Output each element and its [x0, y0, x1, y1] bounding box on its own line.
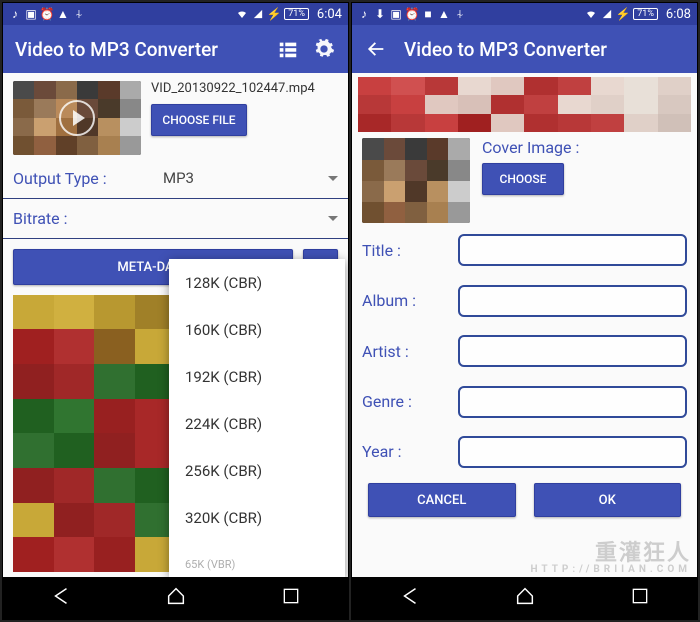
genre-label: Genre :: [362, 392, 458, 411]
title-row: Title :: [352, 225, 697, 275]
artist-label: Artist :: [362, 342, 458, 361]
ad-banner[interactable]: [358, 77, 691, 132]
content-area: Cover Image : CHOOSE Title : Album : Art…: [352, 73, 697, 577]
app-title: Video to MP3 Converter: [404, 38, 685, 61]
signal-icon: [252, 8, 264, 20]
cover-thumbnail[interactable]: [362, 138, 470, 223]
bitrate-option[interactable]: 128K (CBR): [169, 259, 345, 306]
recent-nav-icon[interactable]: [281, 586, 301, 610]
output-type-label: Output Type :: [13, 169, 133, 188]
back-button[interactable]: [364, 37, 388, 61]
album-input[interactable]: [458, 285, 687, 317]
list-icon[interactable]: [276, 37, 300, 61]
artist-input[interactable]: [458, 335, 687, 367]
bitrate-dropdown: 128K (CBR) 160K (CBR) 192K (CBR) 224K (C…: [169, 259, 345, 577]
book-icon: ▣: [390, 8, 402, 20]
ok-button[interactable]: OK: [534, 483, 682, 517]
output-type-row[interactable]: Output Type : MP3: [3, 159, 348, 199]
bug-icon: ⍭: [454, 8, 466, 20]
genre-input[interactable]: [458, 386, 687, 418]
genre-row: Genre :: [352, 376, 697, 426]
app-title: Video to MP3 Converter: [15, 38, 264, 61]
file-row: VID_20130922_102447.mp4 CHOOSE FILE: [3, 73, 348, 159]
output-type-value: MP3: [133, 169, 328, 187]
year-row: Year :: [352, 427, 697, 477]
clock: 6:08: [666, 7, 691, 22]
nav-bar: [3, 577, 348, 619]
bitrate-option[interactable]: 224K (CBR): [169, 400, 345, 447]
bitrate-row[interactable]: Bitrate :: [3, 199, 348, 239]
app-toolbar: Video to MP3 Converter: [3, 25, 348, 73]
cover-label: Cover Image :: [482, 138, 579, 157]
bug-icon: ⍭: [73, 8, 85, 20]
signal-icon: [601, 8, 613, 20]
bitrate-option[interactable]: 320K (CBR): [169, 494, 345, 541]
status-bar: ♪ ▣ ⏰ ▲ ⍭ ⚡ 71% 6:04: [3, 3, 348, 25]
video-thumbnail[interactable]: [13, 81, 141, 155]
bitrate-option[interactable]: 65K (VBR): [169, 541, 345, 577]
back-nav-icon[interactable]: [50, 585, 72, 611]
music-icon: ♪: [9, 8, 21, 20]
bolt-icon: ⚡: [268, 8, 280, 20]
battery-indicator: 71%: [633, 8, 658, 20]
android-icon: ▲: [57, 8, 69, 20]
battery-indicator: 71%: [284, 8, 309, 20]
file-name: VID_20130922_102447.mp4: [151, 81, 315, 96]
play-icon: [59, 100, 95, 136]
year-input[interactable]: [458, 436, 687, 468]
album-label: Album :: [362, 291, 458, 310]
choose-file-button[interactable]: CHOOSE FILE: [151, 104, 247, 136]
album-row: Album :: [352, 276, 697, 326]
chevron-down-icon: [328, 216, 338, 221]
download-icon: ⬇: [374, 8, 386, 20]
app-toolbar: Video to MP3 Converter: [352, 25, 697, 73]
gear-icon[interactable]: [312, 37, 336, 61]
music-icon: ♪: [358, 8, 370, 20]
bitrate-option[interactable]: 192K (CBR): [169, 353, 345, 400]
year-label: Year :: [362, 442, 458, 461]
book-icon: ▣: [25, 8, 37, 20]
choose-cover-button[interactable]: CHOOSE: [482, 163, 564, 195]
bitrate-option[interactable]: 256K (CBR): [169, 447, 345, 494]
dialog-buttons: CANCEL OK: [352, 477, 697, 532]
home-nav-icon[interactable]: [165, 585, 187, 611]
cover-row: Cover Image : CHOOSE: [352, 134, 697, 225]
screen-left: ♪ ▣ ⏰ ▲ ⍭ ⚡ 71% 6:04 Video to MP3 Conver…: [2, 2, 349, 620]
chevron-down-icon: [328, 176, 338, 181]
bitrate-option[interactable]: 160K (CBR): [169, 306, 345, 353]
recent-nav-icon[interactable]: [630, 586, 650, 610]
content-area: VID_20130922_102447.mp4 CHOOSE FILE Outp…: [3, 73, 348, 577]
home-nav-icon[interactable]: [514, 585, 536, 611]
nav-bar: [352, 577, 697, 619]
title-label: Title :: [362, 241, 458, 260]
wifi-icon: [585, 8, 597, 20]
clock: 6:04: [317, 7, 342, 22]
alarm-icon: ⏰: [41, 8, 53, 20]
title-input[interactable]: [458, 234, 687, 266]
bitrate-label: Bitrate :: [13, 209, 133, 228]
status-bar: ♪ ⬇ ▣ ⏰ ■ ▲ ⍭ ⚡ 71% 6:08: [352, 3, 697, 25]
screen-right: ♪ ⬇ ▣ ⏰ ■ ▲ ⍭ ⚡ 71% 6:08 Video to MP3 Co…: [351, 2, 698, 620]
back-nav-icon[interactable]: [399, 585, 421, 611]
square-icon: ■: [422, 8, 434, 20]
bolt-icon: ⚡: [617, 8, 629, 20]
artist-row: Artist :: [352, 326, 697, 376]
wifi-icon: [236, 8, 248, 20]
android-icon: ▲: [438, 8, 450, 20]
alarm-icon: ⏰: [406, 8, 418, 20]
cancel-button[interactable]: CANCEL: [368, 483, 516, 517]
